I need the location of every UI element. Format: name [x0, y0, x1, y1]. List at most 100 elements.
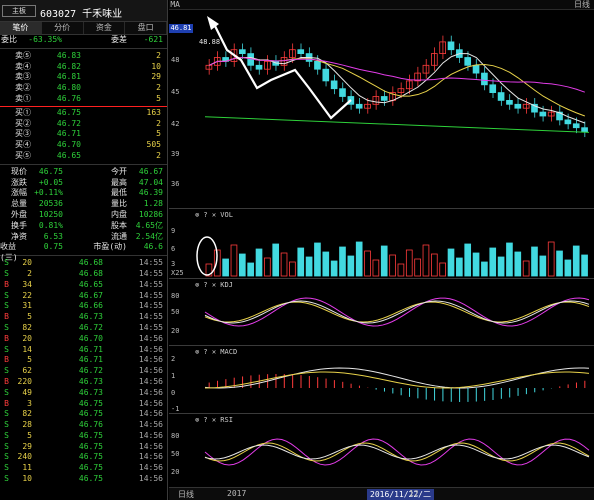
tick-price: 46.75 [78, 452, 103, 462]
tick-row: 14:55 46.65 34 B [0, 280, 167, 291]
tab-tick[interactable]: 笔价 [0, 22, 42, 34]
quote-label: 外盘 [11, 209, 27, 219]
tick-time: 14:55 [138, 301, 163, 311]
bid-level-row[interactable]: 买③ 46.71 5 [0, 129, 167, 140]
volume-bar [497, 256, 505, 277]
tick-time: 14:56 [138, 376, 163, 386]
tick-volume: 5 [27, 430, 32, 440]
board-badge[interactable]: 主板 [2, 5, 36, 17]
ask-level-row[interactable]: 卖③ 46.81 29 [0, 72, 167, 83]
volume-bar [222, 258, 229, 277]
footer-date: 2016/11/22/二 [367, 489, 434, 500]
ask-volume: 29 [151, 72, 161, 82]
volume-bar [522, 260, 530, 277]
tick-volume: 28 [22, 420, 32, 430]
bid-price: 46.65 [56, 150, 81, 160]
ask-level-label: 卖② [15, 83, 31, 93]
ask-volume: 2 [156, 50, 161, 60]
quote-label: 市盈(动) [93, 242, 127, 252]
quote-label: 换手 [11, 220, 27, 230]
ask-price: 46.83 [56, 50, 81, 60]
candle-down [380, 96, 388, 101]
volume-bar [339, 246, 346, 277]
kdj-panel-label[interactable]: ⊗ ? ✕ KDJ [195, 281, 233, 289]
tick-volume: 14 [22, 344, 32, 354]
tick-direction: S [4, 441, 9, 451]
quote-value: 46.39 [138, 188, 163, 198]
tick-direction: B [4, 279, 9, 289]
tick-time: 14:56 [138, 430, 163, 440]
volume-bar [464, 243, 472, 277]
bid-level-row[interactable]: 买② 46.72 2 [0, 119, 167, 130]
candle-down [355, 103, 363, 109]
bid-level-row[interactable]: 买① 46.75 163 [0, 108, 167, 119]
tick-row: 14:56 46.73 49 S [0, 388, 167, 399]
footer-period[interactable]: 日线 [178, 489, 194, 500]
tick-direction: S [4, 344, 9, 354]
rsi-axis-label: 20 [171, 468, 180, 476]
volume-bar [456, 257, 463, 277]
volume-bar [264, 257, 271, 277]
bid-level-row[interactable]: 买⑤ 46.65 2 [0, 151, 167, 162]
bid-volume: 2 [156, 150, 161, 160]
bid-level-label: 买③ [15, 129, 31, 139]
tick-time: 14:55 [138, 290, 163, 300]
tick-price: 46.73 [78, 387, 103, 397]
quote-label: 最高 [111, 177, 127, 187]
tab-orderbook[interactable]: 盘口 [125, 22, 167, 34]
quote-value: 0.81% [38, 220, 63, 230]
bid-volume: 163 [146, 107, 161, 117]
tab-fund[interactable]: 资金 [84, 22, 126, 34]
tab-price-volume[interactable]: 分价 [42, 22, 84, 34]
tick-direction: B [4, 333, 9, 343]
quote-value: 20536 [38, 199, 63, 209]
kdj-axis-label: 50 [171, 308, 180, 316]
candle-down [564, 119, 572, 125]
tick-row: 14:56 46.75 10 S [0, 474, 167, 485]
tick-volume: 10 [22, 474, 32, 484]
tick-price: 46.73 [78, 312, 103, 322]
volume-bar [372, 259, 380, 277]
tick-row: 14:56 46.75 29 S [0, 442, 167, 453]
tick-direction: B [4, 312, 9, 322]
ask-level-label: 卖④ [15, 61, 31, 71]
tick-price: 46.68 [78, 258, 103, 268]
tick-list[interactable]: 14:55 46.68 20 S 14:55 46.68 2 S 14:55 46.65 34 B 14… [0, 258, 167, 485]
tick-time: 14:55 [138, 322, 163, 332]
ask-level-row[interactable]: 卖⑤ 46.83 2 [0, 51, 167, 62]
ask-price: 46.80 [56, 83, 81, 93]
quote-label: 量比 [111, 199, 127, 209]
rsi-panel-label[interactable]: ⊗ ? ✕ RSI [195, 416, 233, 424]
quote-label: 股本 [111, 220, 127, 230]
tick-row: 14:55 46.72 82 S [0, 323, 167, 334]
ask-level-row[interactable]: 卖① 46.76 5 [0, 94, 167, 105]
quote-row: 涨跌 +0.05 最高 47.04 [0, 178, 167, 189]
volume-bar [472, 252, 480, 277]
vol-panel-label[interactable]: ⊗ ? ✕ VOL [195, 211, 233, 219]
candle-down [322, 68, 330, 82]
bid-level-label: 买② [15, 118, 31, 128]
bid-level-row[interactable]: 买④ 46.70 505 [0, 140, 167, 151]
volume-bar [347, 255, 355, 277]
quote-label: 净资 [11, 231, 27, 241]
candle-down [238, 49, 246, 55]
quote-label: 今开 [111, 166, 127, 176]
quote-row: 现价 46.75 今开 46.67 [0, 167, 167, 178]
tick-price: 46.75 [78, 441, 103, 451]
ask-level-row[interactable]: 卖④ 46.82 10 [0, 62, 167, 73]
quote-label: 内盘 [111, 209, 127, 219]
candle-down [314, 61, 321, 70]
tick-direction: S [4, 301, 9, 311]
tick-direction: B [4, 398, 9, 408]
ask-level-row[interactable]: 卖② 46.80 2 [0, 83, 167, 94]
tick-volume: 62 [22, 366, 32, 376]
quote-summary: 现价 46.75 今开 46.67 涨跌 +0.05 最高 47.04 涨幅 +0.11% 最低 46… [0, 167, 167, 262]
kline-chart-area[interactable]: 日线 MA 46.81 ⊗ ? ✕ VOL ⊗ ? ✕ KDJ ⊗ ? ✕ MA… [169, 0, 594, 500]
tick-price: 46.66 [78, 301, 103, 311]
tick-time: 14:56 [138, 420, 163, 430]
tick-volume: 11 [22, 463, 32, 473]
order-ratio-row: 委比 -63.35% 委差 -621 [1, 35, 163, 44]
bid-levels: 买① 46.75 163 买② 46.72 2 买③ 46.71 5 买④ 46.70 505 买⑤ 46… [0, 108, 167, 162]
macd-panel-label[interactable]: ⊗ ? ✕ MACD [195, 348, 237, 356]
quote-label: 总量 [11, 199, 27, 209]
